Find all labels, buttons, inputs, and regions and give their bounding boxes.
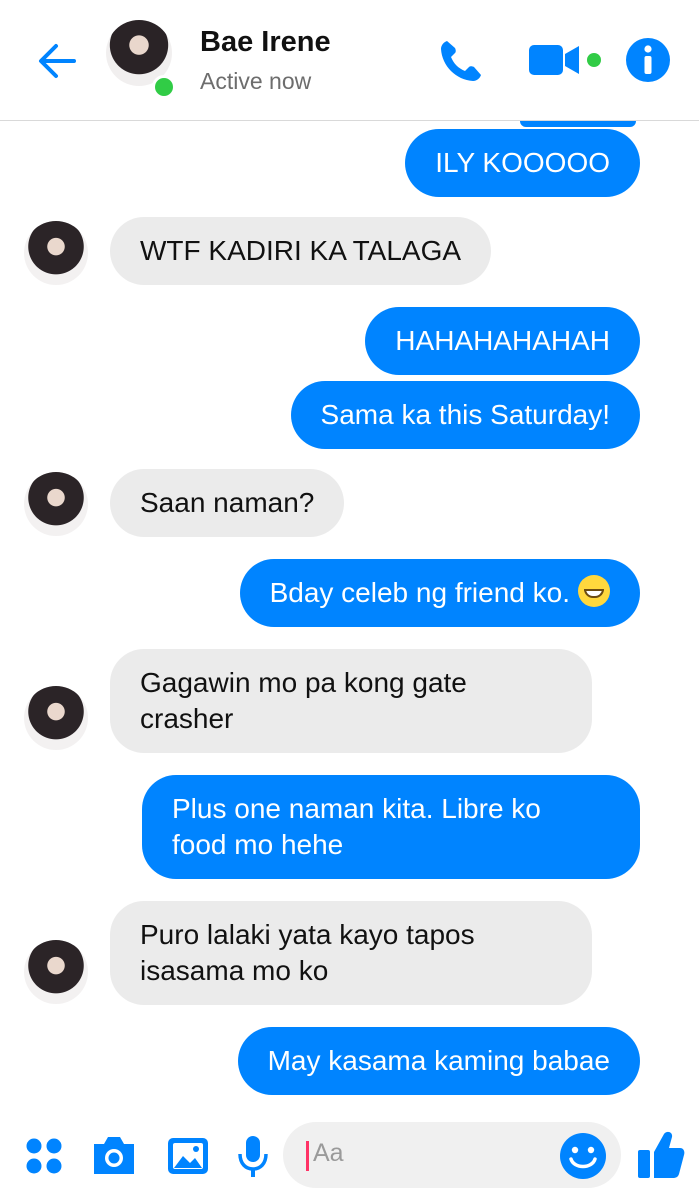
sender-avatar [24,686,88,750]
message-text-line: Plus one naman kita. Libre ko [172,793,541,824]
back-arrow-icon[interactable] [34,38,80,84]
message-text-line: isasama mo ko [140,955,329,986]
sender-avatar [24,221,88,285]
online-indicator [152,75,176,99]
message-text: HAHAHAHAHAH [395,325,610,356]
message-bubble-incoming[interactable]: Gagawin mo pa kong gate crasher [110,649,592,753]
sender-avatar [24,940,88,1004]
grinning-face-emoji-icon [578,575,610,607]
chat-header: Bae Irene Active now [0,0,699,121]
camera-icon[interactable] [90,1134,138,1178]
message-text-line: Puro lalaki yata kayo tapos [140,919,475,950]
apps-icon[interactable] [24,1136,64,1176]
gallery-icon[interactable] [166,1136,210,1176]
message-text: ILY KOOOOO [435,147,610,178]
contact-avatar[interactable] [106,20,176,99]
message-thread[interactable]: ILY KOOOOO WTF KADIRI KA TALAGA HAHAHAHA… [0,121,699,1106]
message-text: Sama ka this Saturday! [320,399,610,430]
text-caret [306,1141,309,1171]
input-placeholder: Aa [313,1139,344,1167]
message-text: May kasama kaming babae [267,1045,610,1076]
message-input[interactable]: Aa [283,1122,621,1188]
contact-status: Active now [200,68,312,94]
message-text-line: food mo hehe [172,829,344,860]
message-bubble-outgoing[interactable]: ILY KOOOOO [405,129,640,197]
mic-icon[interactable] [236,1134,270,1180]
emoji-icon[interactable] [558,1131,608,1181]
sender-avatar [24,472,88,536]
message-text-line: Gagawin mo pa kong gate [140,667,467,698]
message-bubble-incoming[interactable]: Puro lalaki yata kayo tapos isasama mo k… [110,901,592,1005]
message-bubble-outgoing[interactable]: HAHAHAHAHAH [365,307,640,375]
info-icon[interactable] [624,36,672,84]
message-text: Saan naman? [140,487,315,518]
message-bubble-outgoing[interactable]: Plus one naman kita. Libre ko food mo he… [142,775,640,879]
contact-name[interactable]: Bae Irene [200,26,331,59]
video-call-icon[interactable] [527,42,605,80]
previous-message-edge [520,121,636,127]
message-bubble-incoming[interactable]: WTF KADIRI KA TALAGA [110,217,492,285]
message-composer: Aa [0,1106,699,1200]
message-text: WTF KADIRI KA TALAGA [140,235,462,266]
message-text-line: crasher [140,703,234,734]
message-bubble-outgoing[interactable]: Bday celeb ng friend ko. [239,559,640,627]
message-bubble-outgoing[interactable]: May kasama kaming babae [237,1027,640,1095]
message-text: Bday celeb ng friend ko. [269,577,570,608]
message-bubble-outgoing[interactable]: Sama ka this Saturday! [290,381,640,449]
phone-icon[interactable] [436,36,486,86]
message-bubble-incoming[interactable]: Saan naman? [110,469,345,537]
thumbs-up-icon[interactable] [636,1128,686,1182]
